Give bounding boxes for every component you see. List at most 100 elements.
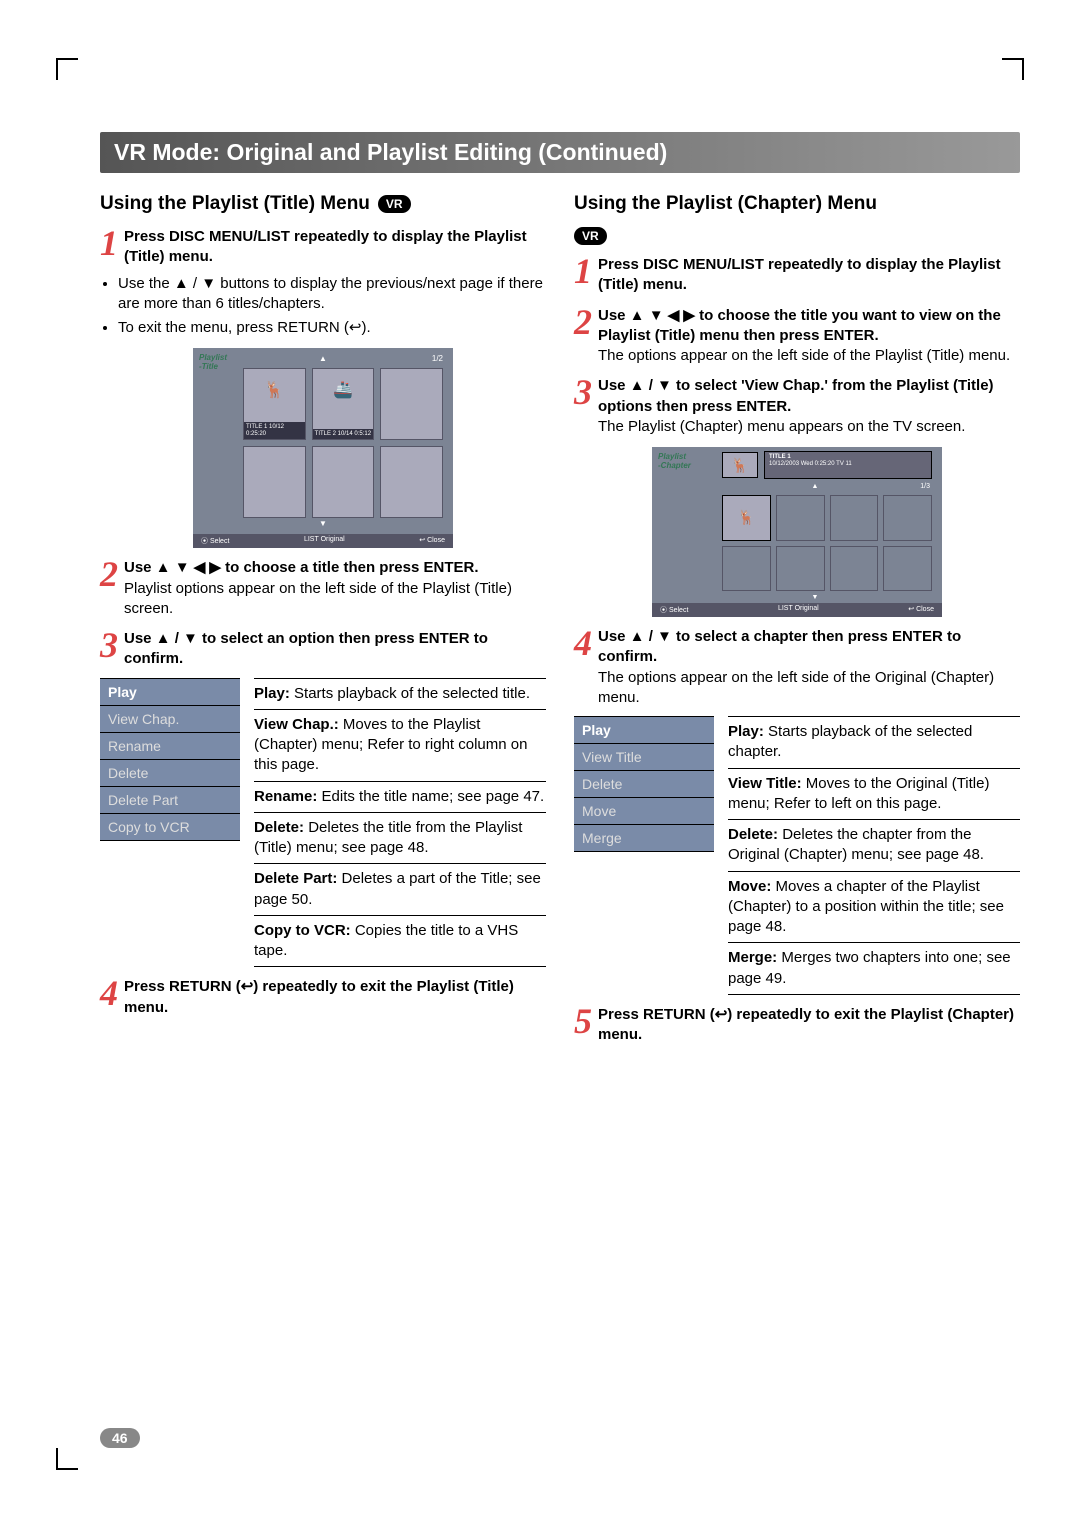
title-thumb-empty [312, 446, 375, 518]
chapter-thumb-empty [722, 546, 771, 592]
left-step-4: 4 Press RETURN (↩) repeatedly to exit th… [100, 977, 546, 1018]
menu-item: Rename [100, 732, 240, 759]
step-text: Use ▲ / ▼ to select an option then press… [124, 629, 546, 670]
step-number-icon: 3 [100, 631, 118, 660]
right-column: Using the Playlist (Chapter) Menu VR 1 P… [574, 187, 1020, 1045]
left-step-1: 1 Press DISC MENU/LIST repeatedly to dis… [100, 227, 546, 268]
osd-pager: 1/2 [432, 354, 443, 363]
crop-mark [1002, 58, 1024, 80]
page: VR Mode: Original and Playlist Editing (… [0, 0, 1080, 1528]
osd-original: LIST Original [776, 605, 821, 615]
osd-original: LIST Original [302, 536, 347, 546]
title-thumb-2: 🚢 TITLE 2 10/14 0:5:12 [312, 368, 375, 440]
right-step-5: 5 Press RETURN (↩) repeatedly to exit th… [574, 1005, 1020, 1046]
up-arrow-icon: ▲ [812, 483, 819, 490]
playlist-title-osd: Playlist -Title ▲ 1/2 🦌 TITLE 1 10/12 0:… [193, 348, 453, 548]
step-number-icon: 2 [574, 308, 592, 337]
def: Rename: Edits the title name; see page 4… [254, 781, 546, 812]
step-bold: Press RETURN (↩) repeatedly to exit the … [598, 1006, 1014, 1043]
step-number-icon: 2 [100, 560, 118, 589]
step-text: Press DISC MENU/LIST repeatedly to displ… [598, 255, 1020, 296]
step-body: Playlist options appear on the left side… [124, 580, 512, 617]
menu-item: Move [574, 798, 714, 825]
left-step-2: 2 Use ▲ ▼ ◀ ▶ to choose a title then pre… [100, 558, 546, 619]
title-thumb-empty [380, 446, 443, 518]
vr-badge: VR [378, 195, 411, 213]
vr-badge: VR [574, 227, 607, 245]
right-menu-box: Play View Title Delete Move Merge [574, 716, 714, 995]
step-number-icon: 4 [100, 979, 118, 1008]
left-menu-box: Play View Chap. Rename Delete Delete Par… [100, 678, 240, 968]
step-body: The options appear on the left side of t… [598, 669, 994, 706]
page-number-badge: 46 [100, 1428, 140, 1448]
menu-item: Copy to VCR [100, 813, 240, 840]
menu-item: Delete [574, 771, 714, 798]
step1-bullets: Use the ▲ / ▼ buttons to display the pre… [118, 274, 546, 339]
step-bold: Press RETURN (↩) repeatedly to exit the … [124, 978, 514, 1015]
step-bold: Press DISC MENU/LIST repeatedly to displ… [124, 228, 527, 265]
osd-close: ↩ Close [906, 605, 936, 615]
bullet: To exit the menu, press RETURN (↩). [118, 318, 546, 338]
chapter-thumb-empty [830, 495, 879, 541]
left-column: Using the Playlist (Title) Menu VR 1 Pre… [100, 187, 546, 1045]
def: Play: Starts playback of the selected ti… [254, 678, 546, 709]
menu-item: Play [100, 678, 240, 705]
def: View Chap.: Moves to the Playlist (Chapt… [254, 709, 546, 781]
chapter-thumb-empty [830, 546, 879, 592]
left-title-text: Using the Playlist (Title) Menu [100, 193, 370, 215]
menu-item: Delete Part [100, 786, 240, 813]
def: View Title: Moves to the Original (Title… [728, 768, 1020, 820]
step-number-icon: 3 [574, 378, 592, 407]
step-bold: Press DISC MENU/LIST repeatedly to displ… [598, 256, 1001, 293]
step-body: The Playlist (Chapter) menu appears on t… [598, 418, 965, 435]
step-text: Use ▲ ▼ ◀ ▶ to choose the title you want… [598, 306, 1020, 367]
chapter-thumb-empty [883, 546, 932, 592]
step-bold: Use ▲ / ▼ to select 'View Chap.' from th… [598, 377, 994, 414]
right-step-4: 4 Use ▲ / ▼ to select a chapter then pre… [574, 627, 1020, 708]
def: Delete: Deletes the chapter from the Ori… [728, 819, 1020, 871]
osd-pager: 1/3 [920, 483, 930, 490]
step-text: Press RETURN (↩) repeatedly to exit the … [124, 977, 546, 1018]
osd-meta: TITLE 1 10/12/2003 Wed 0:25:20 TV 11 [764, 451, 932, 479]
step-body: The options appear on the left side of t… [598, 347, 1010, 364]
osd-close: ↩ Close [417, 536, 447, 546]
left-options-row: Play View Chap. Rename Delete Delete Par… [100, 678, 546, 968]
left-definitions: Play: Starts playback of the selected ti… [254, 678, 546, 968]
menu-item: Merge [574, 825, 714, 852]
title-thumb-empty [243, 446, 306, 518]
crop-mark [56, 58, 78, 80]
thumb-caption: TITLE 1 10/12 0:25:20 [244, 422, 305, 439]
step-number-icon: 4 [574, 629, 592, 658]
chapter-thumb-empty [883, 495, 932, 541]
step-text: Use ▲ ▼ ◀ ▶ to choose a title then press… [124, 558, 546, 619]
left-step-3: 3 Use ▲ / ▼ to select an option then pre… [100, 629, 546, 670]
step-number-icon: 1 [574, 257, 592, 286]
step-text: Use ▲ / ▼ to select 'View Chap.' from th… [598, 376, 1020, 437]
down-arrow-icon: ▼ [319, 519, 327, 528]
chapter-thumb-empty [776, 495, 825, 541]
thumb-caption: TITLE 2 10/14 0:5:12 [313, 429, 374, 440]
osd-footer: ⦿ Select LIST Original ↩ Close [193, 534, 453, 548]
menu-item: Play [574, 717, 714, 744]
content-columns: Using the Playlist (Title) Menu VR 1 Pre… [100, 187, 1020, 1045]
osd-top-row: 🦌 TITLE 1 10/12/2003 Wed 0:25:20 TV 11 [722, 453, 932, 477]
osd-grid: 🦌 TITLE 1 10/12 0:25:20 🚢 TITLE 2 10/14 … [243, 368, 443, 518]
step-bold: Use ▲ / ▼ to select a chapter then press… [598, 628, 961, 665]
menu-item: Delete [100, 759, 240, 786]
title-thumb-1: 🦌 TITLE 1 10/12 0:25:20 [243, 368, 306, 440]
right-step-3: 3 Use ▲ / ▼ to select 'View Chap.' from … [574, 376, 1020, 437]
def: Delete Part: Deletes a part of the Title… [254, 863, 546, 915]
step-text: Press RETURN (↩) repeatedly to exit the … [598, 1005, 1020, 1046]
osd-footer: ⦿ Select LIST Original ↩ Close [652, 603, 942, 617]
right-step-1: 1 Press DISC MENU/LIST repeatedly to dis… [574, 255, 1020, 296]
chapter-grid: 🦌 [722, 495, 932, 591]
right-section-title: Using the Playlist (Chapter) Menu [574, 193, 1020, 215]
osd-label: Playlist -Chapter [658, 453, 691, 471]
playlist-chapter-osd: Playlist -Chapter 🦌 TITLE 1 10/12/2003 W… [652, 447, 942, 617]
osd-label: Playlist -Title [199, 354, 227, 372]
step-bold: Use ▲ ▼ ◀ ▶ to choose a title then press… [124, 559, 479, 576]
title-thumb-icon: 🦌 [722, 452, 758, 478]
step-text: Use ▲ / ▼ to select a chapter then press… [598, 627, 1020, 708]
osd-select: ⦿ Select [658, 605, 690, 615]
left-section-title: Using the Playlist (Title) Menu VR [100, 193, 546, 215]
